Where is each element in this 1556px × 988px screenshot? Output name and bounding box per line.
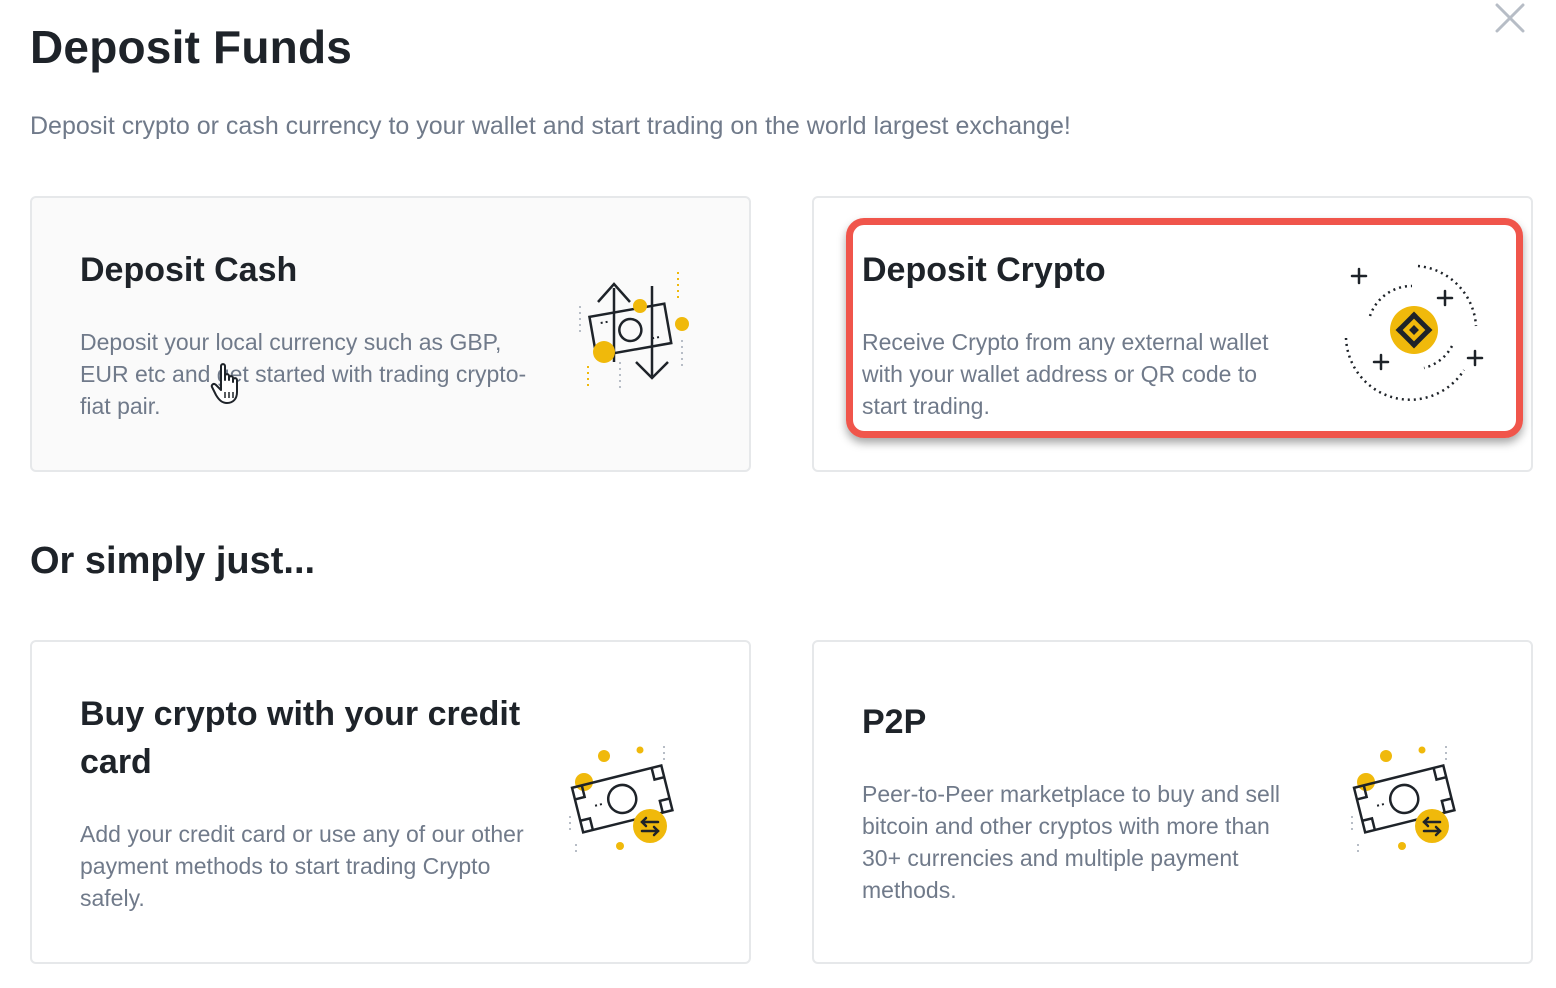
cash-exchange-icon — [1351, 746, 1456, 852]
page-subtitle: Deposit crypto or cash currency to your … — [30, 112, 1071, 140]
p2p-description: Peer-to-Peer marketplace to buy and sell… — [862, 781, 1281, 903]
buy-crypto-credit-card[interactable]: Buy crypto with your credit card Add you… — [30, 640, 751, 964]
deposit-cash-card[interactable]: Deposit Cash Deposit your local currency… — [30, 196, 751, 472]
binance-coin-icon — [1344, 264, 1484, 401]
deposit-crypto-title: Deposit Crypto — [862, 251, 1106, 289]
page-title: Deposit Funds — [30, 21, 353, 73]
p2p-card[interactable]: P2P Peer-to-Peer marketplace to buy and … — [812, 640, 1533, 964]
deposit-crypto-card[interactable]: Deposit Crypto Receive Crypto from any e… — [812, 196, 1533, 472]
credit-card-description: Add your credit card or use any of our o… — [80, 821, 524, 911]
credit-card-title: Buy crypto with your credit card — [80, 695, 521, 781]
deposit-crypto-description: Receive Crypto from any external wallet … — [862, 329, 1269, 419]
cash-exchange-icon — [569, 746, 674, 852]
p2p-title: P2P — [862, 703, 927, 741]
deposit-funds-dialog: Deposit Funds Deposit crypto or cash cur… — [0, 0, 1556, 988]
deposit-cash-title: Deposit Cash — [80, 251, 298, 289]
section-title: Or simply just... — [30, 540, 316, 582]
close-icon[interactable] — [1492, 0, 1528, 36]
deposit-cash-description: Deposit your local currency such as GBP,… — [80, 329, 527, 419]
cash-transfer-icon — [579, 272, 689, 390]
